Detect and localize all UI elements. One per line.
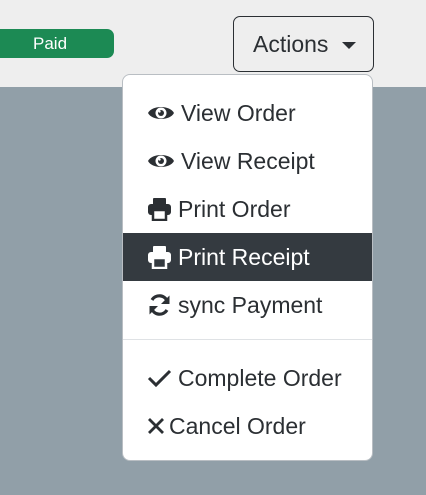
menu-item-print-order[interactable]: Print Order: [123, 185, 372, 233]
menu-item-label: View Order: [181, 99, 296, 126]
menu-divider: [123, 339, 372, 340]
actions-button-label: Actions: [253, 30, 329, 57]
status-badge-label: Paid: [33, 34, 68, 53]
eye-icon: [147, 103, 175, 123]
eye-icon: [147, 151, 175, 171]
menu-item-complete-order[interactable]: Complete Order: [123, 354, 372, 402]
sync-icon: [147, 293, 172, 317]
menu-item-label: Print Order: [178, 195, 291, 222]
menu-item-print-receipt[interactable]: Print Receipt: [123, 233, 372, 281]
menu-item-label: View Receipt: [181, 147, 315, 174]
menu-item-view-order[interactable]: View Order: [123, 89, 372, 137]
check-icon: [147, 368, 172, 388]
menu-item-label: Print Receipt: [178, 243, 310, 270]
menu-item-sync-payment[interactable]: sync Payment: [123, 281, 372, 329]
menu-item-cancel-order[interactable]: Cancel Order: [123, 402, 372, 450]
actions-dropdown-button[interactable]: Actions: [233, 16, 374, 72]
menu-item-label: sync Payment: [178, 291, 323, 318]
print-icon: [147, 197, 172, 221]
menu-item-label: Cancel Order: [169, 412, 306, 439]
close-icon: [147, 417, 165, 435]
menu-item-label: Complete Order: [178, 364, 342, 391]
menu-item-view-receipt[interactable]: View Receipt: [123, 137, 372, 185]
actions-dropdown-menu: View Order View Receipt Print Order Prin…: [122, 74, 373, 461]
status-badge: Paid: [0, 29, 114, 58]
print-icon: [147, 245, 172, 269]
caret-down-icon: [342, 41, 357, 49]
